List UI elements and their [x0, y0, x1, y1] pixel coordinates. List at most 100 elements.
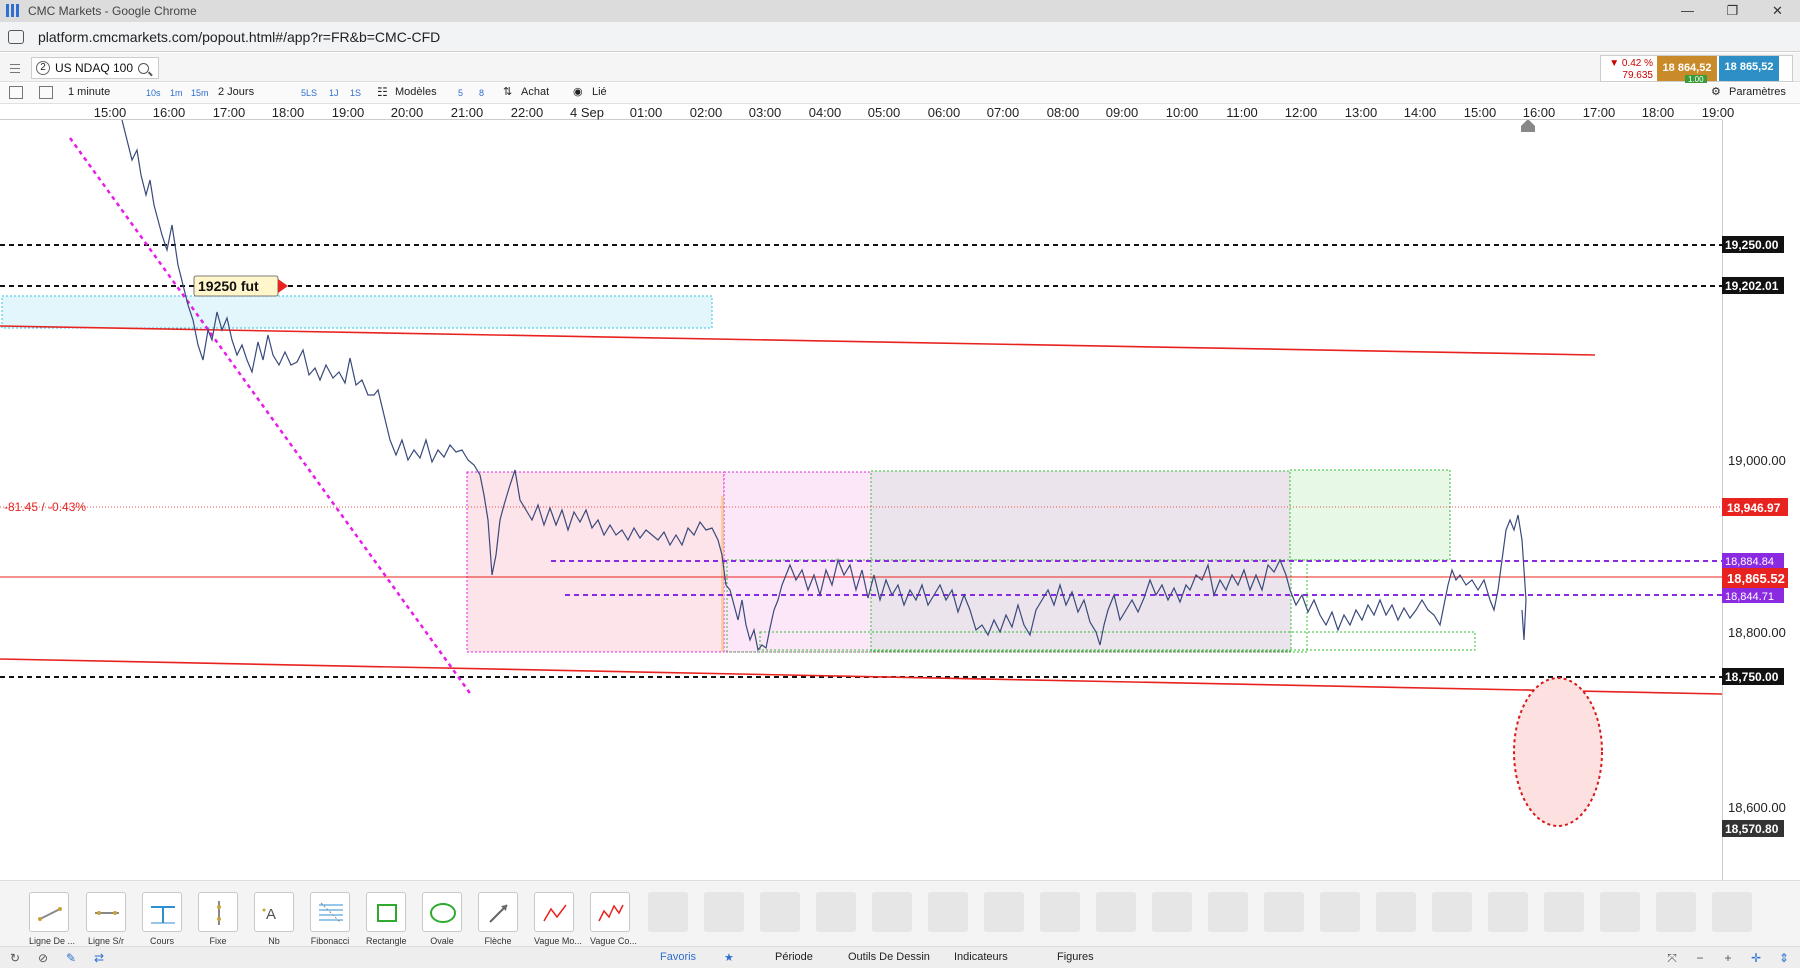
instrument-selector[interactable]: 2 US NDAQ 100: [31, 57, 159, 79]
buy-mode-button[interactable]: Achat: [521, 86, 549, 98]
empty-tool-slot: [928, 892, 968, 932]
fut-label: 19250 fut: [198, 278, 259, 294]
time-tick: 18:00: [1641, 105, 1675, 120]
tool-price-line[interactable]: Cours: [142, 892, 182, 946]
empty-tool-slot: [1488, 892, 1528, 932]
time-tick: 10:00: [1165, 105, 1199, 120]
zoom-in-icon[interactable]: +: [1721, 951, 1735, 965]
tool-label: Ligne S/r: [87, 936, 125, 946]
interval-15m[interactable]: 15m: [191, 88, 209, 98]
tool-rectangle[interactable]: Rectangle: [366, 892, 407, 946]
trend-line-icon: [29, 892, 69, 932]
magenta-trend-line[interactable]: [68, 137, 474, 697]
tool-text[interactable]: A Nb: [254, 892, 294, 946]
fut-marker-arrow: [278, 279, 288, 293]
target-oval[interactable]: [1513, 677, 1603, 827]
gear-icon[interactable]: ⚙: [1711, 85, 1721, 98]
tool-label: Fibonacci: [310, 936, 350, 946]
time-tick: 16:00: [1522, 105, 1556, 120]
tab-figures[interactable]: Figures: [1057, 951, 1094, 963]
bottom-tab-bar: ↻ ⊘ ✎ ⇄ Favoris ★ Période Outils De Dess…: [0, 946, 1800, 968]
tab-indicateurs[interactable]: Indicateurs: [954, 951, 1008, 963]
range-5ls[interactable]: 5LS: [301, 88, 317, 98]
tool-oval[interactable]: Ovale: [422, 892, 462, 946]
empty-tool-slot: [760, 892, 800, 932]
change-percent: ▼ 0.42 %: [1609, 58, 1653, 69]
rectangle-icon: [366, 892, 406, 932]
settings-button[interactable]: Paramètres: [1729, 86, 1786, 98]
instrument-toolbar: 2 US NDAQ 100: [0, 53, 1800, 82]
close-button[interactable]: ✕: [1755, 0, 1800, 22]
tab-periode[interactable]: Période: [775, 951, 813, 963]
minimize-button[interactable]: —: [1665, 0, 1710, 22]
time-tick: 15:00: [1463, 105, 1497, 120]
tool-trend-line[interactable]: Ligne De ...: [29, 892, 75, 946]
lower-trend-line[interactable]: [0, 658, 1723, 695]
price-chart[interactable]: 19250 fut -81.45 / -0.43% 19,000.00 18,8…: [0, 120, 1800, 880]
linked-button[interactable]: Lié: [592, 86, 607, 98]
refresh-icon[interactable]: ↻: [8, 951, 22, 965]
restore-button[interactable]: ❐: [1710, 0, 1755, 22]
interval-10s[interactable]: 10s: [146, 88, 161, 98]
empty-tool-slot: [1432, 892, 1472, 932]
fit-icon[interactable]: ⤧: [1665, 951, 1679, 965]
chart-list-icon[interactable]: [9, 86, 23, 99]
fibonacci-icon: [310, 892, 350, 932]
price-label-18884: 18,884.84: [1725, 556, 1774, 568]
url-field[interactable]: platform.cmcmarkets.com/popout.html#/app…: [38, 29, 440, 45]
oval-icon: [422, 892, 462, 932]
empty-tool-slot: [1264, 892, 1304, 932]
tool-label: Vague Mo...: [534, 936, 582, 946]
tab-outils-de-dessin[interactable]: Outils De Dessin: [848, 951, 930, 963]
cmc-logo-icon: [6, 4, 20, 18]
empty-tool-slot: [1152, 892, 1192, 932]
crosshair-icon[interactable]: ✛: [1749, 951, 1763, 965]
time-tick: 14:00: [1403, 105, 1437, 120]
time-tick: 20:00: [390, 105, 424, 120]
tool-label: Fixe: [209, 936, 227, 946]
tool-label: Flèche: [484, 936, 512, 946]
interval-1m[interactable]: 1m: [170, 88, 183, 98]
empty-tool-slot: [704, 892, 744, 932]
magnet-icon[interactable]: ⇄: [92, 951, 106, 965]
expand-icon[interactable]: ⇕: [1777, 951, 1791, 965]
templates-icon[interactable]: ☷: [377, 85, 388, 99]
tool-label: Nb: [268, 936, 280, 946]
empty-tool-slot: [1656, 892, 1696, 932]
interval-selector[interactable]: 1 minute: [68, 86, 110, 98]
search-icon[interactable]: [138, 62, 150, 74]
range-1s[interactable]: 1S: [350, 88, 361, 98]
time-tick: 13:00: [1344, 105, 1378, 120]
range-selector[interactable]: 2 Jours: [218, 86, 254, 98]
pencil-icon[interactable]: ✎: [64, 951, 78, 965]
clear-icon[interactable]: ⊘: [36, 951, 50, 965]
empty-tool-slot: [648, 892, 688, 932]
tool-fibonacci[interactable]: Fibonacci: [310, 892, 350, 946]
templates-button[interactable]: Modèles: [395, 86, 437, 98]
empty-tool-slot: [984, 892, 1024, 932]
price-tick: 19,000.00: [1728, 453, 1786, 468]
num-8-button[interactable]: 8: [479, 88, 484, 98]
time-tick: 08:00: [1046, 105, 1080, 120]
tool-wave-co[interactable]: Vague Co...: [590, 892, 637, 946]
menu-icon[interactable]: [4, 59, 26, 77]
time-tick: 19:00: [331, 105, 365, 120]
tab-favoris[interactable]: Favoris: [660, 951, 696, 963]
price-line-icon: [142, 892, 182, 932]
range-1j[interactable]: 1J: [329, 88, 339, 98]
zoom-out-icon[interactable]: −: [1693, 951, 1707, 965]
num-5-button[interactable]: 5: [458, 88, 463, 98]
tool-arrow[interactable]: Flèche: [478, 892, 518, 946]
empty-tool-slot: [1376, 892, 1416, 932]
site-info-icon[interactable]: [8, 29, 24, 44]
tool-sr-line[interactable]: Ligne S/r: [86, 892, 126, 946]
buy-price-button[interactable]: 18 865,52: [1719, 56, 1779, 81]
tool-label: Ovale: [430, 936, 454, 946]
layout-grid-icon[interactable]: [39, 86, 53, 99]
time-tick: 18:00: [271, 105, 305, 120]
supply-zone-box[interactable]: [1, 295, 713, 329]
tool-fixed-line[interactable]: Fixe: [198, 892, 238, 946]
star-icon[interactable]: ★: [724, 951, 734, 964]
tool-wave[interactable]: Vague Mo...: [534, 892, 582, 946]
target-box-green[interactable]: [1289, 469, 1451, 561]
